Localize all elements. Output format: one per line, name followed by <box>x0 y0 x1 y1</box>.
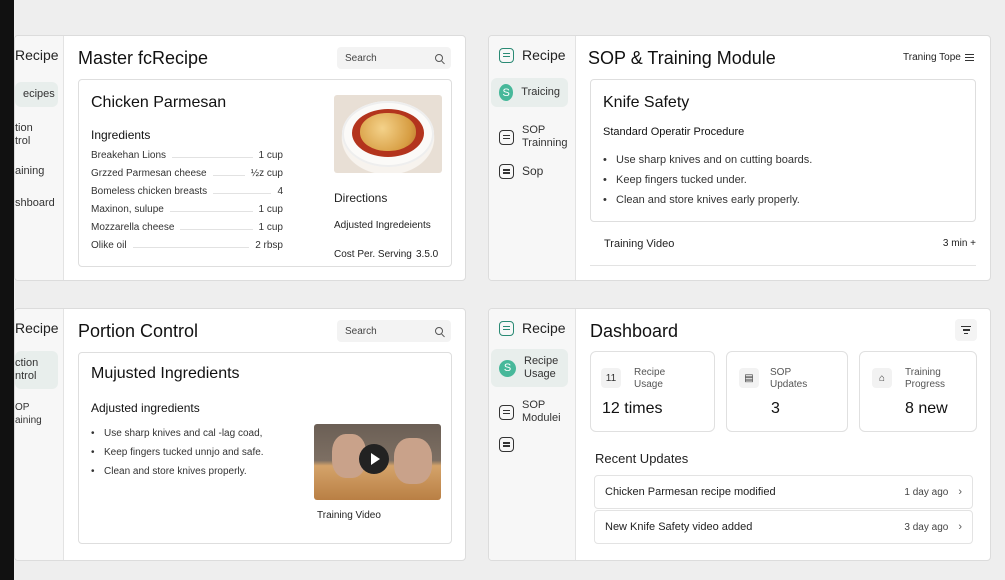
sop-module-icon <box>499 404 514 420</box>
left-edge-strip <box>0 0 14 580</box>
recipe-icon <box>499 320 514 336</box>
sidebar-item-sop[interactable]: Sop <box>491 158 551 185</box>
recipe-name: Chicken Parmesan <box>91 94 227 111</box>
sop-training-icon <box>499 129 514 145</box>
sidebar-brand[interactable]: Recipe <box>15 320 59 336</box>
ingredients-heading: Ingredients <box>91 128 151 142</box>
page-title: Master fcRecipe <box>78 48 209 68</box>
recipe-usage-stat[interactable]: 11 Recipe Usage 12 times <box>590 351 715 432</box>
page-title: Dashboard <box>590 321 679 341</box>
sidebar-item-recipe-usage[interactable]: S Recipe Usage <box>491 349 568 387</box>
search-input[interactable]: Search <box>337 47 451 69</box>
recipe-usage-icon: S <box>499 359 516 377</box>
stat-value: 12 times <box>602 400 663 417</box>
tracing-icon: S <box>499 84 514 101</box>
cost-per-serving-value: 3.5.0 <box>416 249 439 260</box>
video-duration: 3 min + <box>942 238 976 249</box>
knife-safety-card: Knife Safety Standard Operatir Procedure… <box>590 79 976 222</box>
more-icon <box>499 437 514 452</box>
video-caption: Training Video <box>317 510 381 521</box>
sop-icon <box>499 164 514 179</box>
sidebar-item-sop-training[interactable]: OP aining <box>15 395 50 433</box>
sidebar-item-more[interactable] <box>491 431 522 458</box>
chevron-right-icon: › <box>958 486 962 498</box>
sidebar-item-recipes[interactable]: ecipes <box>15 82 58 107</box>
update-row[interactable]: Chicken Parmesan recipe modified 1 day a… <box>594 475 973 509</box>
training-video-thumbnail[interactable] <box>314 424 441 500</box>
master-recipe-panel: Recipe ecipes tion trol aining shboard M… <box>14 35 466 281</box>
directions-link[interactable]: Directions <box>334 191 387 205</box>
list-item: Clean and store knives properly. <box>91 466 264 477</box>
sidebar: Recipe S Traicing SOP Trainning Sop <box>489 36 576 280</box>
procedure-heading: Standard Operatir Procedure <box>603 126 745 138</box>
sidebar-item-training[interactable]: aining <box>15 159 52 184</box>
training-progress-stat[interactable]: ⌂ Training Progress 8 new <box>859 351 977 432</box>
sidebar-item-sop-module[interactable]: SOP Modulei <box>491 393 569 431</box>
search-input[interactable]: Search <box>337 320 451 342</box>
recipe-card: Chicken Parmesan Ingredients Breakehan L… <box>78 79 452 267</box>
stat-label: SOP Updates <box>770 367 808 390</box>
training-video-row[interactable]: Training Video 3 min + <box>590 228 976 266</box>
adjusted-ingredients-link[interactable]: Adjusted Ingredeients <box>334 220 431 231</box>
filter-menu-button[interactable] <box>955 319 977 341</box>
sop-updates-icon: ▤ <box>739 368 759 388</box>
stat-label: Training Progress <box>905 367 946 390</box>
adjusted-ingredients-card: Mujusted Ingredients Adjusted ingredient… <box>78 352 452 544</box>
recipe-image <box>334 95 442 173</box>
sidebar-item-portion-control[interactable]: tion trol <box>15 116 41 154</box>
training-video-label: Training Video <box>604 238 675 250</box>
list-item: Use sharp knives and cal -lag coad, <box>91 428 264 439</box>
adjusted-ingredient-list: Use sharp knives and cal -lag coad, Keep… <box>91 428 264 485</box>
ingredient-row: Olike oil 2 rbsp <box>91 240 283 251</box>
sidebar: Recipe S Recipe Usage SOP Modulei <box>489 309 576 560</box>
portion-control-panel: Recipe ction ntrol OP aining Portion Con… <box>14 308 466 561</box>
card-title: Mujusted Ingredients <box>91 365 240 382</box>
search-icon <box>435 54 443 62</box>
ingredient-row: Grzzed Parmesan cheese ½z cup <box>91 168 283 179</box>
sidebar-item-portion-control[interactable]: ction ntrol <box>15 351 58 389</box>
sidebar: Recipe ecipes tion trol aining shboard <box>15 36 64 280</box>
search-icon <box>435 327 443 335</box>
list-icon <box>964 54 974 61</box>
recipe-icon <box>499 47 514 63</box>
list-item: Use sharp knives and on cutting boards. <box>603 154 812 166</box>
sidebar-brand[interactable]: Recipe <box>15 47 59 63</box>
sop-training-panel: Recipe S Traicing SOP Trainning Sop SOP … <box>488 35 991 281</box>
sop-updates-stat[interactable]: ▤ SOP Updates 3 <box>726 351 848 432</box>
sop-title: Knife Safety <box>603 94 690 111</box>
stat-value: 8 new <box>905 400 948 417</box>
sidebar-brand[interactable]: Recipe <box>499 47 566 63</box>
ingredient-row: Bomeless chicken breasts 4 <box>91 186 283 197</box>
list-item: Clean and store knives early properly. <box>603 194 812 206</box>
recent-updates-list: Chicken Parmesan recipe modified 1 day a… <box>590 473 977 547</box>
list-item: Keep fingers tucked unnjo and safe. <box>91 447 264 458</box>
update-row[interactable]: New Knife Safety video added 3 day ago › <box>594 510 973 544</box>
list-item: Keep fingers tucked under. <box>603 174 812 186</box>
sidebar-item-dashboard[interactable]: shboard <box>15 191 63 216</box>
dashboard-panel: Recipe S Recipe Usage SOP Modulei Dashbo… <box>488 308 991 561</box>
recipe-usage-icon: 11 <box>601 368 621 388</box>
sidebar-item-sop-training[interactable]: SOP Trainning <box>491 118 575 156</box>
sidebar-item-tracing[interactable]: S Traicing <box>491 78 568 107</box>
sidebar: Recipe ction ntrol OP aining <box>15 309 64 560</box>
chevron-right-icon: › <box>958 521 962 533</box>
page-title: SOP & Training Module <box>588 48 776 68</box>
sidebar-brand[interactable]: Recipe <box>499 320 566 336</box>
procedure-steps: Use sharp knives and on cutting boards. … <box>603 154 812 214</box>
play-icon[interactable] <box>359 444 389 474</box>
page-title: Portion Control <box>78 321 199 341</box>
stat-label: Recipe Usage <box>634 367 666 390</box>
stat-value: 3 <box>771 400 780 417</box>
training-topic-selector[interactable]: Traning Tope <box>903 52 974 63</box>
training-progress-icon: ⌂ <box>872 368 892 388</box>
ingredient-row: Mozzarella cheese 1 cup <box>91 222 283 233</box>
cost-per-serving-label: Cost Per. Serving <box>334 249 412 260</box>
ingredient-row: Breakehan Lions 1 cup <box>91 150 283 161</box>
ingredient-row: Maxinon, sulupe 1 cup <box>91 204 283 215</box>
recent-updates-heading: Recent Updates <box>595 451 689 466</box>
adjusted-ingredients-heading: Adjusted ingredients <box>91 401 200 415</box>
